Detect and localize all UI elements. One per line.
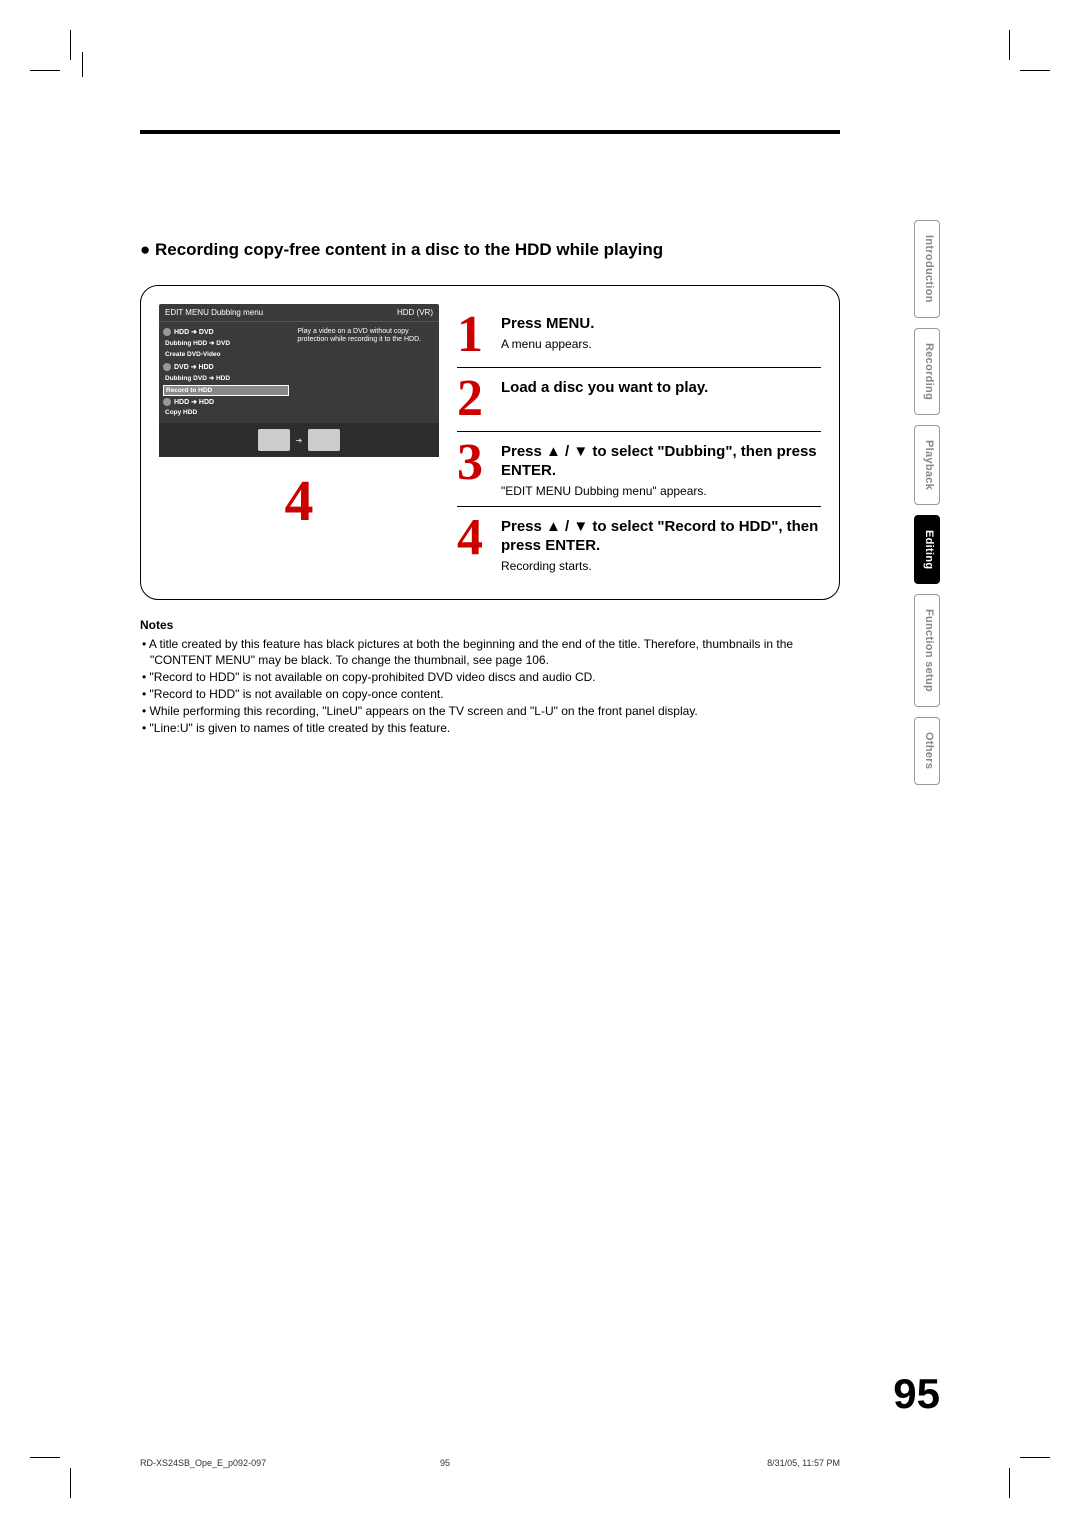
step-1: 1 Press MENU. A menu appears.: [457, 304, 821, 368]
menu-header-title: EDIT MENU Dubbing menu: [165, 308, 263, 317]
menu-item-record-to-hdd: Record to HDD: [163, 385, 289, 396]
step-number: 2: [457, 376, 493, 423]
step-number: 3: [457, 440, 493, 498]
step-4: 4 Press ▲ / ▼ to select "Record to HDD",…: [457, 507, 821, 581]
tab-editing: Editing: [914, 515, 940, 584]
tab-recording: Recording: [914, 328, 940, 415]
menu-item-copy-hdd: Copy HDD: [163, 408, 289, 419]
menu-description: Play a video on a DVD without copy prote…: [293, 322, 439, 423]
steps-list: 1 Press MENU. A menu appears. 2 Load a d…: [457, 304, 821, 581]
tab-playback: Playback: [914, 425, 940, 505]
device-icon: [308, 429, 340, 451]
step-3: 3 Press ▲ / ▼ to select "Dubbing", then …: [457, 432, 821, 507]
big-step-4: 4: [159, 467, 439, 534]
disc-icon: [163, 328, 171, 336]
note-item: A title created by this feature has blac…: [140, 636, 840, 670]
step-desc: A menu appears.: [501, 337, 821, 351]
step-desc: Recording starts.: [501, 559, 821, 573]
menu-row1-icons: HDD ➜ DVD: [174, 328, 214, 336]
footer-filename: RD-XS24SB_Ope_E_p092-097: [140, 1458, 440, 1468]
step-title: Press ▲ / ▼ to select "Record to HDD", t…: [501, 517, 821, 556]
tab-introduction: Introduction: [914, 220, 940, 318]
step-number: 4: [457, 515, 493, 573]
device-icon: [258, 429, 290, 451]
instruction-box: EDIT MENU Dubbing menu HDD (VR) HDD ➜ DV…: [140, 285, 840, 600]
note-item: "Record to HDD" is not available on copy…: [140, 669, 840, 686]
step-title: Press MENU.: [501, 314, 821, 334]
step-title: Press ▲ / ▼ to select "Dubbing", then pr…: [501, 442, 821, 481]
menu-item-dubbing-hdd-dvd: Dubbing HDD ➜ DVD: [163, 338, 289, 350]
notes-list: A title created by this feature has blac…: [140, 636, 840, 737]
tab-others: Others: [914, 717, 940, 784]
page-number: 95: [893, 1370, 940, 1418]
step-title: Load a disc you want to play.: [501, 378, 821, 398]
top-rule: [140, 130, 840, 134]
side-tabs: Introduction Recording Playback Editing …: [914, 220, 940, 785]
footer-page: 95: [440, 1458, 540, 1468]
arrow-icon: ➜: [296, 436, 303, 445]
menu-row2-icons: DVD ➜ HDD: [174, 363, 214, 371]
notes-heading: Notes: [140, 618, 840, 632]
step-number: 1: [457, 312, 493, 359]
menu-item-dubbing-dvd-hdd: Dubbing DVD ➜ HDD: [163, 373, 289, 385]
note-item: "Record to HDD" is not available on copy…: [140, 686, 840, 703]
menu-row3-icons: HDD ➜ HDD: [174, 398, 214, 406]
menu-item-create-dvd: Create DVD-Video: [163, 350, 289, 361]
notes-section: Notes A title created by this feature ha…: [140, 618, 840, 737]
step-2: 2 Load a disc you want to play.: [457, 368, 821, 432]
footer-datetime: 8/31/05, 11:57 PM: [540, 1458, 840, 1468]
menu-header-mode: HDD (VR): [397, 308, 433, 317]
note-item: "Line:U" is given to names of title crea…: [140, 720, 840, 737]
section-title: ● Recording copy-free content in a disc …: [140, 240, 840, 260]
disc-icon: [163, 363, 171, 371]
step-desc: "EDIT MENU Dubbing menu" appears.: [501, 484, 821, 498]
disc-icon: [163, 398, 171, 406]
menu-screenshot: EDIT MENU Dubbing menu HDD (VR) HDD ➜ DV…: [159, 304, 439, 581]
footer: RD-XS24SB_Ope_E_p092-097 95 8/31/05, 11:…: [140, 1458, 840, 1468]
tab-function-setup: Function setup: [914, 594, 940, 707]
note-item: While performing this recording, "LineU"…: [140, 703, 840, 720]
